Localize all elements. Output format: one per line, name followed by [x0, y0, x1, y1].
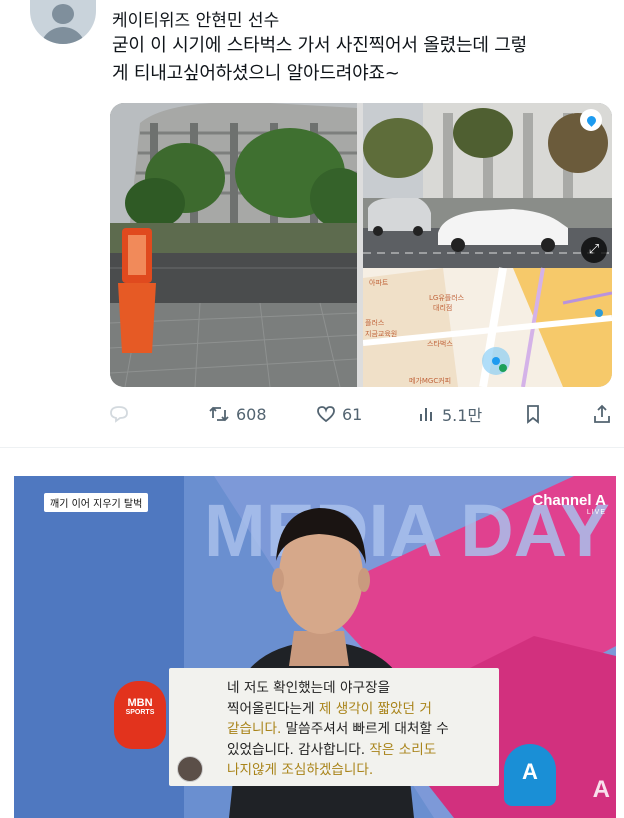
- location-icon[interactable]: [580, 109, 602, 131]
- like-button[interactable]: 61: [316, 400, 362, 428]
- stadium-photo[interactable]: [110, 103, 357, 387]
- bookmark-button[interactable]: [524, 400, 548, 428]
- divider: [0, 447, 624, 448]
- starbucks-map-label: 스타벅스: [427, 340, 453, 348]
- subtitle-line: 찍어올린다는게 제 생각이 짧았던 거: [227, 699, 493, 720]
- map-label: 플러스: [365, 319, 385, 327]
- street-map-photo[interactable]: 아파트 LG유플러스 대리점 플러스 지금교육원 스타벅스 메가MGC커피 ⤢: [363, 103, 612, 387]
- tweet-text-line: 굳이 이 시기에 스타벅스 가서 사진찍어서 올렸는데 그렇: [112, 35, 527, 56]
- tweet-actions: 608 61 5.1만: [108, 400, 618, 428]
- share-button[interactable]: [592, 400, 618, 428]
- subtitle-highlight: 제 생각이 짧았던 거: [318, 700, 432, 717]
- news-video-frame[interactable]: MEDIA DAY 깨기 이어 지우기 탈벅 Channel A LIVE MB…: [14, 476, 616, 818]
- mic-brand: MBN: [127, 697, 153, 709]
- avatar[interactable]: [30, 0, 96, 44]
- tweet-media[interactable]: 아파트 LG유플러스 대리점 플러스 지금교육원 스타벅스 메가MGC커피 ⤢: [110, 103, 612, 387]
- views-count: 5.1만: [442, 406, 483, 425]
- subtitle-highlight: 같습니다.: [227, 721, 282, 737]
- share-icon: [592, 404, 612, 424]
- avatar-body: [40, 27, 86, 44]
- mbn-microphone: MBN SPORTS: [114, 681, 166, 749]
- channel-a-microphone: A: [504, 744, 556, 806]
- expand-icon[interactable]: ⤢: [581, 237, 607, 263]
- channel-name: Channel A: [532, 492, 606, 509]
- speaker-avatar: [177, 756, 203, 782]
- subtitle-line: 있었습니다. 감사합니다. 작은 소리도: [227, 740, 493, 761]
- tweet-card: 케이티위즈 안현민 선수 굳이 이 시기에 스타벅스 가서 사진찍어서 올렸는데…: [0, 0, 624, 448]
- map-label: 아파트: [369, 279, 389, 287]
- subtitle-segment: 있었습니다. 감사합니다.: [227, 741, 370, 758]
- retweet-icon: [208, 405, 230, 423]
- map-label: 메가MGC커피: [409, 377, 452, 385]
- views-icon: [418, 405, 436, 423]
- subtitle-segment: 네 저도 확인했는데 야구장을: [227, 680, 391, 696]
- subtitle-highlight: 작은 소리도: [369, 741, 437, 758]
- subtitle-segment: 말씀주셔서 빠르게 대처할 수: [281, 721, 449, 737]
- retweet-count: 608: [236, 404, 267, 424]
- bookmark-icon: [524, 404, 542, 424]
- subtitle-line: 같습니다. 말씀주셔서 빠르게 대처할 수: [227, 719, 493, 740]
- tweet-text: 굳이 이 시기에 스타벅스 가서 사진찍어서 올렸는데 그렇 게 티내고싶어하셨…: [112, 32, 610, 88]
- subtitle-highlight: 나지않게 조심하겠습니다.: [227, 762, 374, 778]
- avatar-head: [52, 4, 74, 24]
- subtitle-box: 네 저도 확인했는데 야구장을 찍어올린다는게 제 생각이 짧았던 거 같습니다…: [169, 668, 499, 786]
- mic-brand-sub: SPORTS: [125, 709, 155, 716]
- retweet-button[interactable]: 608: [208, 400, 267, 428]
- channel-live: LIVE: [586, 509, 606, 516]
- reply-icon: [108, 404, 130, 424]
- subtitle-segment: 찍어올린다는게: [227, 700, 319, 717]
- author-name[interactable]: 케이티위즈 안현민 선수: [112, 6, 279, 31]
- map-label: 대리점: [433, 304, 453, 312]
- map-label: 지금교육원: [365, 330, 398, 338]
- subtitle-line: 나지않게 조심하겠습니다.: [227, 760, 493, 781]
- channel-watermark: A: [592, 776, 610, 803]
- tweet-text-line: 게 티내고싶어하셨으니 알아드려야죠~: [112, 63, 400, 84]
- subtitle-text: 네 저도 확인했는데 야구장을 찍어올린다는게 제 생각이 짧았던 거 같습니다…: [227, 678, 493, 781]
- views-button[interactable]: 5.1만: [418, 400, 482, 428]
- like-icon: [316, 405, 336, 423]
- reply-button[interactable]: [108, 400, 136, 428]
- news-caption-tag: 깨기 이어 지우기 탈벅: [44, 493, 149, 512]
- subtitle-line: 네 저도 확인했는데 야구장을: [227, 678, 493, 699]
- map-label: LG유플러스: [429, 294, 465, 302]
- channel-logo: Channel A LIVE: [532, 492, 606, 516]
- like-count: 61: [342, 404, 363, 424]
